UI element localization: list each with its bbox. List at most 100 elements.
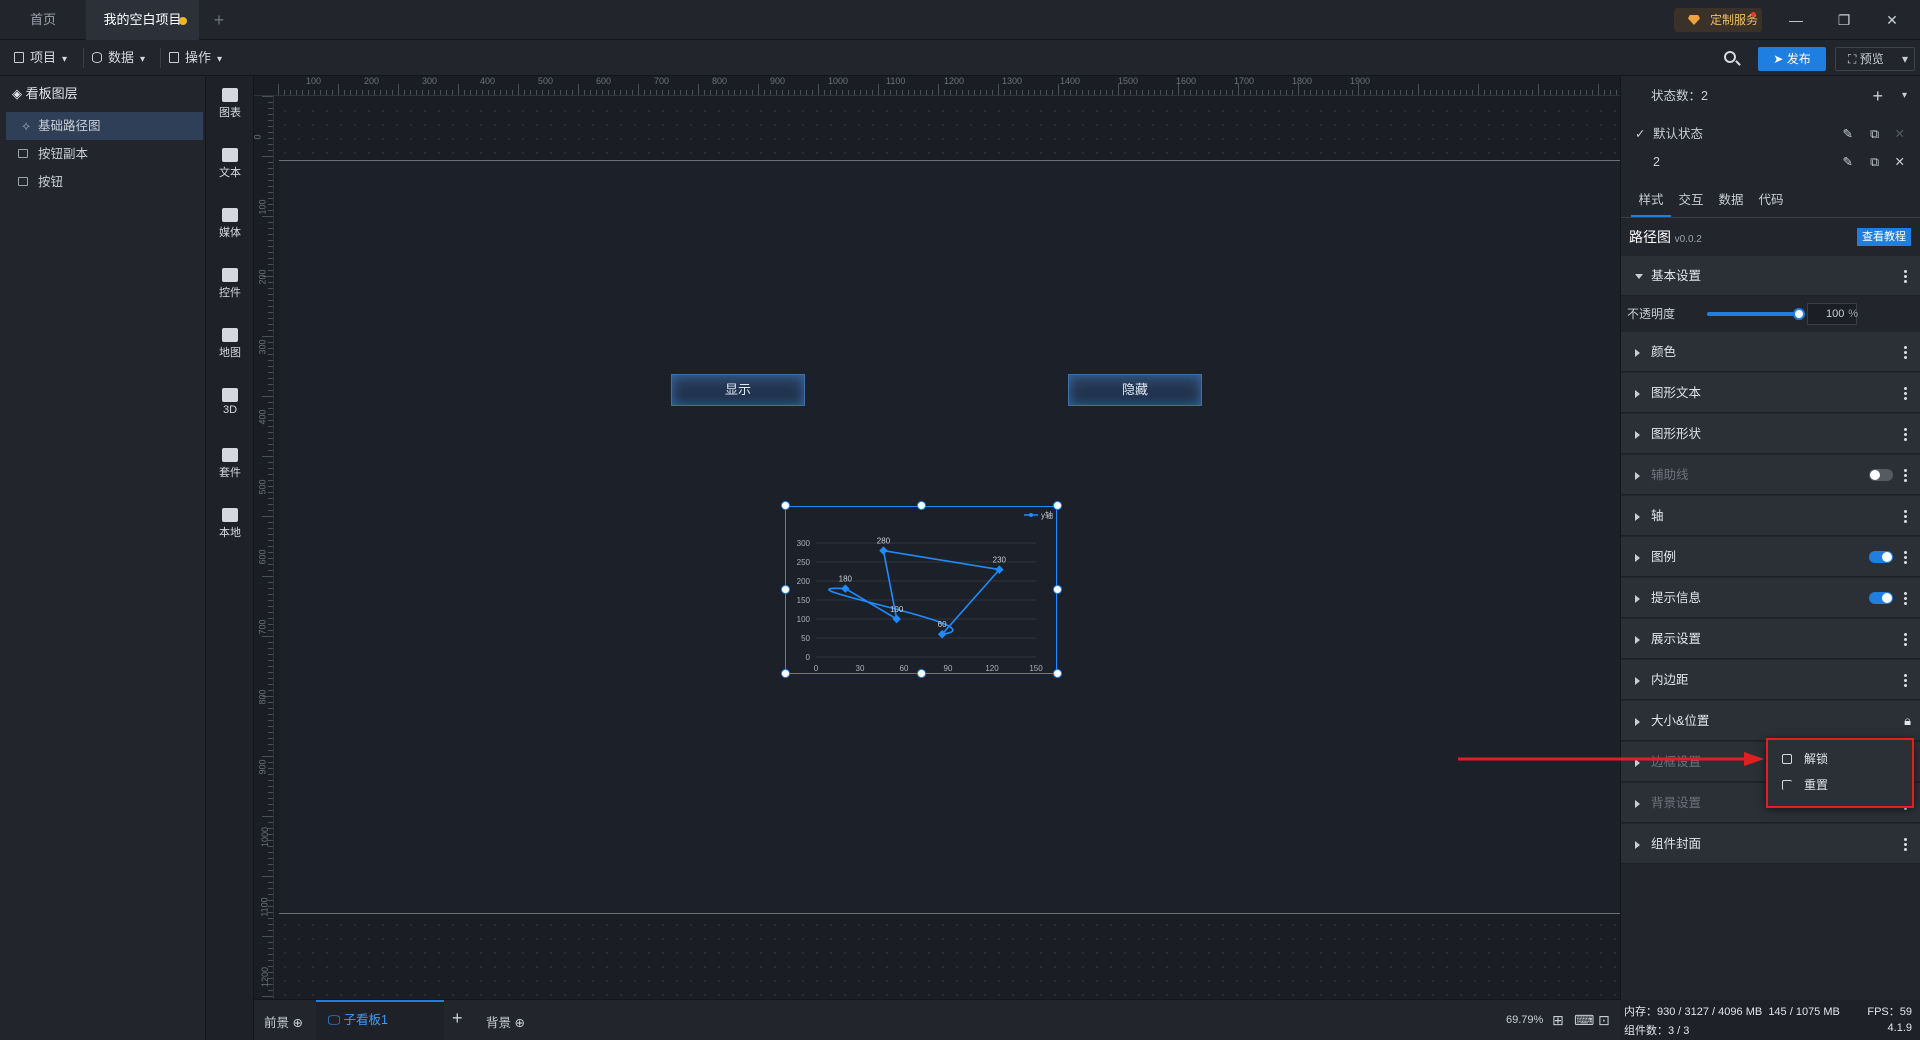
tab-code[interactable]: 代码 [1751, 184, 1791, 216]
layer-item[interactable]: 按钮 [0, 168, 205, 196]
component-3d[interactable]: 3D [206, 388, 254, 416]
section-basic[interactable]: 基本设置 [1621, 256, 1920, 296]
fit-icon[interactable]: ⊞ [1552, 1012, 1564, 1029]
more-icon[interactable] [1904, 673, 1907, 687]
layer-item[interactable]: 按钮副本 [0, 140, 205, 168]
data-label: 180 [839, 575, 853, 584]
ruler-label: 900 [257, 759, 268, 775]
ruler-label: 1100 [259, 897, 270, 917]
more-icon[interactable] [1904, 269, 1907, 283]
background-tab[interactable]: 背景 ⊕ [486, 1012, 525, 1031]
foreground-tab[interactable]: 前景 ⊕ [264, 1012, 303, 1031]
ruler-label: 600 [596, 76, 612, 86]
add-tab-button[interactable]: + [206, 0, 232, 40]
section-legend[interactable]: 图例 [1621, 537, 1920, 577]
custom-service-button[interactable]: 定制服务 [1674, 8, 1762, 32]
add-board-button[interactable]: + [452, 1008, 463, 1029]
ruler-label: 1300 [1002, 76, 1023, 86]
component-kit[interactable]: 套件 [206, 448, 254, 480]
preview-button[interactable]: ⛶ 预览 ▾ [1835, 47, 1915, 71]
section-graphic-text[interactable]: 图形文本 [1621, 373, 1920, 413]
component-local[interactable]: 本地 [206, 508, 254, 540]
lock-icon[interactable]: 🔒︎ [1904, 701, 1911, 741]
legend-toggle[interactable] [1869, 551, 1893, 563]
more-icon[interactable] [1904, 837, 1907, 851]
close-icon[interactable]: ✕ [1895, 120, 1905, 148]
component-control[interactable]: 控件 [206, 268, 254, 300]
guide-line-toggle[interactable] [1869, 469, 1893, 481]
more-icon[interactable] [1904, 632, 1907, 646]
sub-board-tab[interactable]: 🖵 子看板1 [316, 1000, 444, 1040]
menu-operate[interactable]: 操作 ▾ [169, 40, 222, 76]
section-size-position[interactable]: 大小&位置 🔒︎ [1621, 701, 1920, 741]
tutorial-button[interactable]: 查看教程 [1857, 228, 1911, 246]
edit-icon[interactable]: ✎ [1843, 120, 1853, 148]
resize-handle[interactable] [781, 669, 790, 678]
publish-button[interactable]: ➤ 发布 [1758, 47, 1826, 71]
tab-home[interactable]: 首页 [0, 0, 86, 40]
copy-icon[interactable]: ⧉ [1870, 148, 1879, 176]
component-media[interactable]: 媒体 [206, 208, 254, 240]
resize-handle[interactable] [1053, 585, 1062, 594]
terminal-icon[interactable]: ⊡ [1598, 1012, 1610, 1029]
restore-icon[interactable]: ❐ [1820, 0, 1868, 40]
annotation-arrow [1458, 752, 1764, 766]
tab-interaction[interactable]: 交互 [1671, 184, 1711, 216]
resize-handle[interactable] [781, 501, 790, 510]
more-icon[interactable] [1904, 345, 1907, 359]
section-cover[interactable]: 组件封面 [1621, 824, 1920, 864]
reset-menu-item[interactable]: 重置 [1780, 774, 1828, 796]
component-map[interactable]: 地图 [206, 328, 254, 360]
add-state-icon[interactable]: + [1872, 76, 1883, 116]
section-tooltip[interactable]: 提示信息 [1621, 578, 1920, 618]
section-graphic-shape[interactable]: 图形形状 [1621, 414, 1920, 454]
section-label: 辅助线 [1651, 468, 1689, 482]
show-button[interactable]: 显示 [671, 374, 805, 406]
resize-handle[interactable] [781, 585, 790, 594]
opacity-slider-handle[interactable] [1793, 308, 1805, 320]
more-icon[interactable] [1904, 509, 1907, 523]
section-guide-line[interactable]: 辅助线 [1621, 455, 1920, 495]
component-text[interactable]: 文本 [206, 148, 254, 180]
minimize-icon[interactable]: — [1772, 0, 1820, 40]
section-color[interactable]: 颜色 [1621, 332, 1920, 372]
copy-icon[interactable]: ⧉ [1870, 120, 1879, 148]
close-icon[interactable]: ✕ [1895, 148, 1905, 176]
more-icon[interactable] [1904, 468, 1907, 482]
resize-handle[interactable] [1053, 669, 1062, 678]
add-circle-icon[interactable]: ⊕ [515, 1016, 525, 1030]
search-icon[interactable] [1722, 49, 1742, 69]
menu-project[interactable]: 项目 ▾ [14, 40, 67, 76]
unlock-menu-item[interactable]: 解锁 [1780, 748, 1828, 770]
state-item[interactable]: 2 ✎ ⧉ ✕ [1621, 148, 1920, 176]
add-circle-icon[interactable]: ⊕ [293, 1016, 303, 1030]
resize-handle[interactable] [917, 501, 926, 510]
tab-project[interactable]: 我的空白项目 [86, 0, 199, 40]
more-icon[interactable] [1904, 591, 1907, 605]
resize-handle[interactable] [1053, 501, 1062, 510]
path-chart-component[interactable]: 0 50 100 150 200 250 300 0 30 60 90 120 150 100 280 230… [785, 506, 1057, 674]
tab-style[interactable]: 样式 [1631, 184, 1671, 217]
tab-data[interactable]: 数据 [1711, 184, 1751, 216]
resize-handle[interactable] [917, 669, 926, 678]
section-display[interactable]: 展示设置 [1621, 619, 1920, 659]
text-icon [222, 148, 238, 162]
more-icon[interactable] [1904, 550, 1907, 564]
more-icon[interactable] [1904, 386, 1907, 400]
keyboard-icon[interactable]: ⌨ [1574, 1012, 1594, 1029]
more-icon[interactable] [1904, 427, 1907, 441]
component-chart[interactable]: 图表 [206, 88, 254, 120]
edit-icon[interactable]: ✎ [1843, 148, 1853, 176]
chevron-down-icon[interactable]: ▾ [1902, 76, 1907, 116]
opacity-input[interactable]: 100% [1807, 303, 1858, 325]
y-tick-label: 0 [806, 653, 811, 662]
state-item[interactable]: ✓ 默认状态 ✎ ⧉ ✕ [1621, 120, 1920, 148]
menu-data[interactable]: 数据 ▾ [92, 40, 145, 76]
hide-button[interactable]: 隐藏 [1068, 374, 1202, 406]
section-axis[interactable]: 轴 [1621, 496, 1920, 536]
opacity-slider[interactable] [1707, 308, 1805, 320]
section-padding[interactable]: 内边距 [1621, 660, 1920, 700]
tooltip-toggle[interactable] [1869, 592, 1893, 604]
layer-item[interactable]: ⟡ 基础路径图 [6, 112, 203, 140]
close-icon[interactable]: ✕ [1868, 0, 1916, 40]
